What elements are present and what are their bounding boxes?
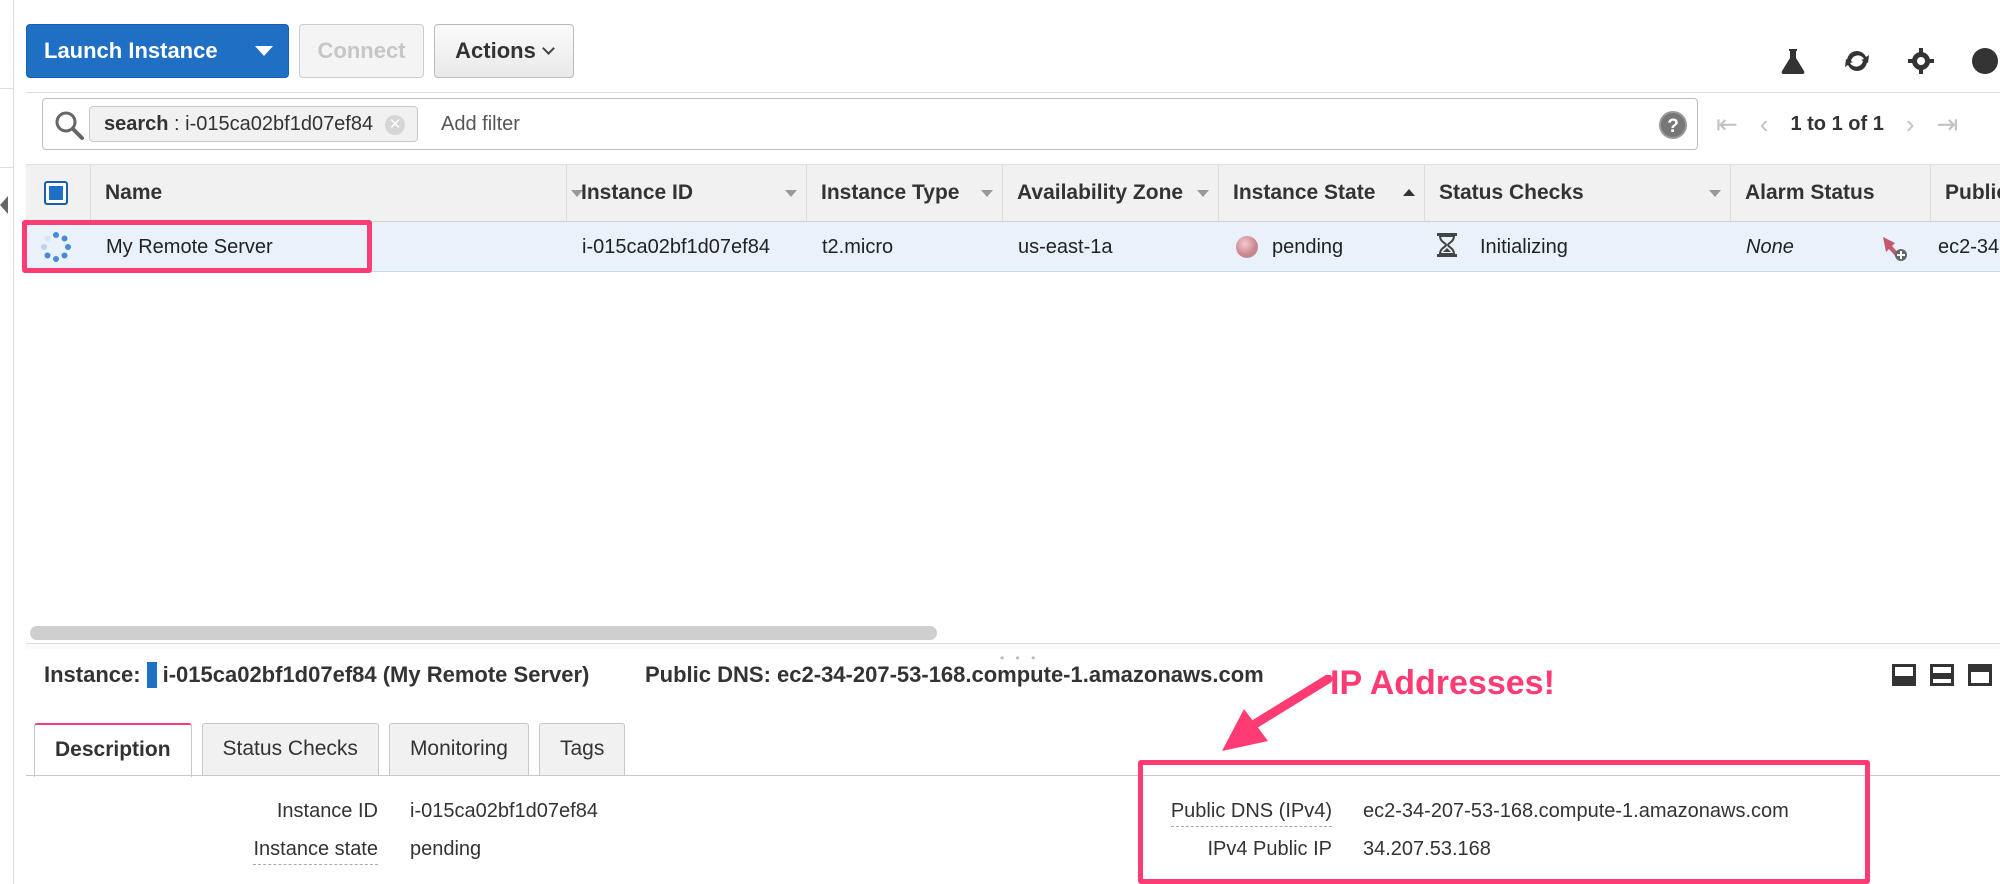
sort-caret-icon [1709,190,1721,197]
filter-token[interactable]: search : i-015ca02bf1d07ef84 ✕ [89,106,419,142]
pane-maximize-icon[interactable] [1968,664,1992,686]
remove-filter-icon[interactable]: ✕ [385,115,406,135]
label-instance-state: Instance state [253,838,378,865]
pane-minimize-icon[interactable] [1892,664,1916,686]
tab-status-checks[interactable]: Status Checks [201,723,379,775]
detail-public-dns: Public DNS: ec2-34-207-53-168.compute-1.… [645,662,1264,688]
column-header-name[interactable]: Name [90,165,592,223]
last-page-icon[interactable]: ⇥ [1937,109,1959,140]
tab-description[interactable]: Description [34,723,192,777]
launch-dropdown-caret-icon[interactable] [240,25,288,77]
filter-token-key: search [104,113,169,135]
name-highlight-annotation [22,220,372,273]
table-header: Name Instance ID Instance Type Availabil… [26,164,2000,223]
column-header-availability-zone[interactable]: Availability Zone [1002,165,1218,223]
value-instance-state: pending [410,838,482,860]
launch-instance-label: Launch Instance [44,38,218,63]
pane-splitter[interactable] [26,643,2000,649]
cell-public: ec2-34 [1938,236,2000,258]
filter-bar[interactable]: search : i-015ca02bf1d07ef84 ✕ ? [42,98,1698,150]
column-header-availability-zone-label: Availability Zone [1017,181,1184,204]
column-header-name-label: Name [105,181,163,204]
search-icon [53,109,85,146]
launch-instance-button[interactable]: Launch Instance [26,24,289,78]
create-alarm-icon[interactable] [1880,234,1908,267]
flask-icon[interactable] [1778,46,1808,76]
left-nav-strip [0,0,14,884]
pane-half-icon[interactable] [1930,664,1954,686]
detail-instance-label: Instance: [44,662,141,687]
pane-layout-icons [1892,664,1992,686]
cell-instance-state: pending [1272,236,1344,258]
detail-public-dns-label: Public DNS: [645,662,771,687]
cell-status-checks: Initializing [1480,236,1568,258]
filter-token-separator: : [168,113,186,135]
detail-public-dns-value: ec2-34-207-53-168.compute-1.amazonaws.co… [777,662,1264,687]
first-page-icon[interactable]: ⇤ [1716,109,1738,140]
column-header-status-checks-label: Status Checks [1439,181,1584,204]
value-instance-id: i-015ca02bf1d07ef84 [410,800,598,822]
top-right-icons [1778,46,2000,76]
add-filter-input[interactable] [441,107,1541,141]
horizontal-scrollbar[interactable] [30,626,937,640]
gear-icon[interactable] [1906,46,1936,76]
cell-alarm-status: None [1746,236,1794,258]
help-icon[interactable] [1970,46,2000,76]
connect-button[interactable]: Connect [299,24,424,78]
sort-caret-icon [981,190,993,197]
detail-instance-value: i-015ca02bf1d07ef84 (My Remote Server) [162,662,590,687]
state-pending-icon [1236,236,1258,258]
sort-ascending-icon [1403,189,1415,196]
column-header-status-checks[interactable]: Status Checks [1424,165,1730,223]
cell-availability-zone: us-east-1a [1018,236,1113,258]
prev-page-icon[interactable]: ‹ [1760,109,1769,140]
column-header-instance-type[interactable]: Instance Type [806,165,1002,223]
annotation-label: IP Addresses! [1330,664,1555,702]
column-header-instance-id[interactable]: Instance ID [566,165,806,223]
tab-monitoring[interactable]: Monitoring [388,723,529,775]
actions-label: Actions [455,38,536,63]
label-instance-id: Instance ID [276,800,378,822]
column-header-instance-state-label: Instance State [1233,181,1376,204]
filter-token-value: i-015ca02bf1d07ef84 [185,113,374,135]
column-header-public-label: Public [1945,181,2000,204]
ip-addresses-highlight-annotation [1138,760,1870,884]
annotation-arrow-icon [1222,675,1333,751]
select-all-checkbox[interactable] [44,181,68,205]
detail-tabs: Description Status Checks Monitoring Tag… [34,723,626,777]
hourglass-icon [1436,232,1458,263]
sort-caret-icon [785,190,797,197]
column-header-instance-type-label: Instance Type [821,181,960,204]
left-nav-notch [0,88,14,168]
chevron-down-icon [541,41,555,55]
column-header-instance-id-label: Instance ID [581,181,694,204]
column-header-instance-state[interactable]: Instance State [1218,165,1424,223]
toolbar: Launch Instance Connect Actions [26,24,574,78]
sort-caret-icon [1197,190,1209,197]
cell-instance-id: i-015ca02bf1d07ef84 [582,236,770,258]
next-page-icon[interactable]: › [1906,109,1915,140]
filter-help-icon[interactable]: ? [1659,111,1687,139]
pagination: ⇤ ‹ 1 to 1 of 1 › ⇥ [1716,108,1958,140]
collapse-left-arrow-icon[interactable] [0,196,8,214]
actions-button[interactable]: Actions [434,24,574,78]
instance-color-marker [146,662,157,688]
column-header-alarm-status-label: Alarm Status [1745,181,1875,204]
cell-instance-type: t2.micro [822,236,894,258]
column-header-public[interactable]: Public [1930,165,2000,223]
tab-tags[interactable]: Tags [539,723,626,775]
refresh-icon[interactable] [1842,46,1872,76]
detail-instance-title: Instance: i-015ca02bf1d07ef84 (My Remote… [44,662,589,688]
column-header-alarm-status[interactable]: Alarm Status [1730,165,1930,223]
toolbar-divider [26,92,2000,93]
pagination-text: 1 to 1 of 1 [1790,112,1884,135]
